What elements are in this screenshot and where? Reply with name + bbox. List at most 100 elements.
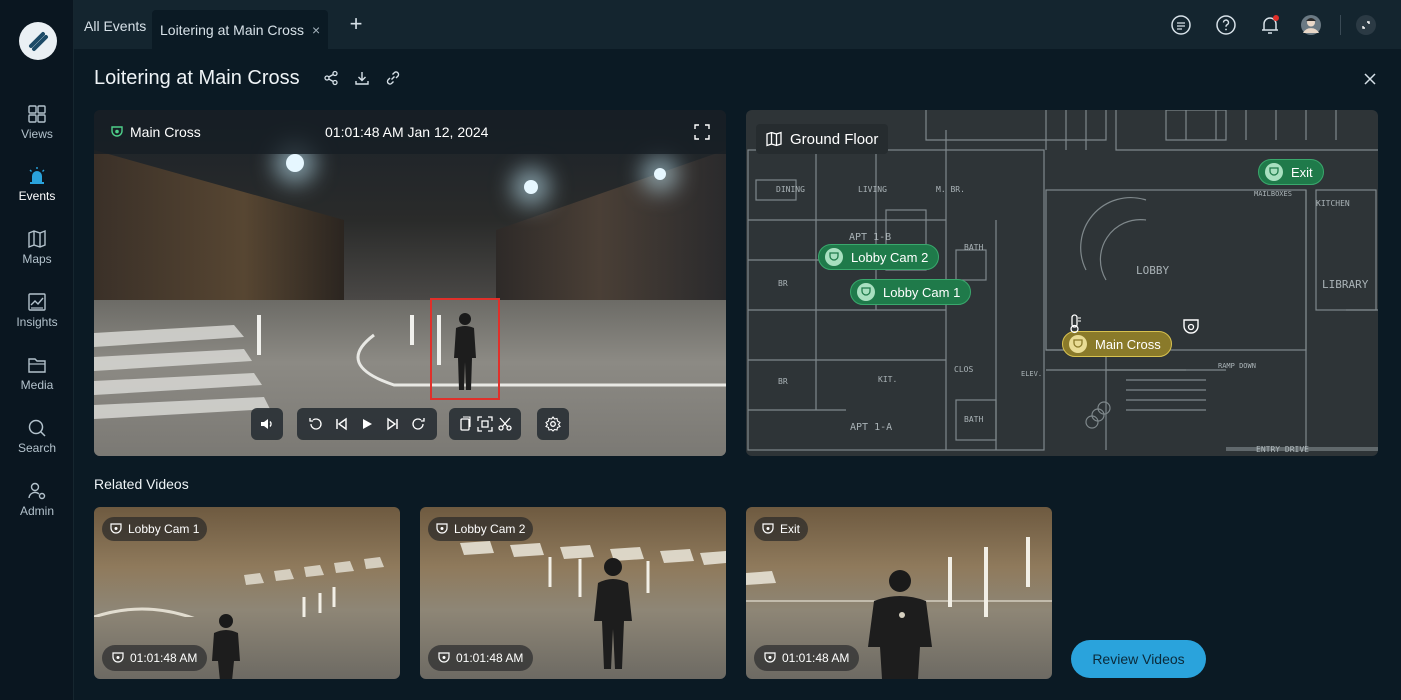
- camera-icon: [110, 523, 122, 534]
- thumbnail-timestamp: 01:01:48 AM: [428, 645, 534, 671]
- related-video-lobby-cam-2[interactable]: Lobby Cam 2 01:01:48 AM: [420, 507, 726, 679]
- camera-icon: [436, 523, 448, 534]
- play-icon[interactable]: [359, 416, 375, 432]
- map-camera-lobby-cam-1[interactable]: Lobby Cam 1: [850, 279, 972, 305]
- volume-icon: [261, 419, 272, 429]
- nav-maps[interactable]: Maps: [0, 229, 74, 285]
- room-label: BATH: [964, 243, 983, 252]
- room-label: LIVING: [858, 185, 887, 194]
- nav-search[interactable]: Search: [0, 418, 74, 474]
- review-videos-button[interactable]: Review Videos: [1071, 640, 1206, 678]
- download-icon[interactable]: [354, 70, 370, 86]
- related-video-lobby-cam-1[interactable]: Lobby Cam 1 01:01:48 AM: [94, 507, 400, 679]
- room-label: CLOS: [954, 365, 973, 374]
- room-label: ELEV.: [1021, 370, 1042, 378]
- scissors-icon[interactable]: [497, 416, 513, 432]
- notification-bell-icon[interactable]: [1259, 14, 1281, 36]
- map-camera-lobby-cam-2[interactable]: Lobby Cam 2: [818, 244, 940, 270]
- logo-icon[interactable]: [19, 22, 57, 60]
- skip-forward-icon[interactable]: [385, 416, 401, 432]
- nav-views-label: Views: [21, 127, 53, 141]
- link-icon[interactable]: [385, 70, 401, 86]
- nav-insights[interactable]: Insights: [0, 292, 74, 348]
- user-avatar-icon[interactable]: [1300, 14, 1322, 36]
- camera-icon: [764, 652, 776, 663]
- nav-media[interactable]: Media: [0, 355, 74, 411]
- thumbnail-camera-name: Lobby Cam 1: [128, 522, 200, 536]
- person-figure: [594, 558, 632, 669]
- nav-media-label: Media: [20, 378, 54, 392]
- fullscreen-icon[interactable]: [694, 124, 710, 140]
- room-label: KITCHEN: [1316, 199, 1350, 208]
- page-title: Loitering at Main Cross: [94, 67, 300, 89]
- person-figure: [212, 614, 240, 679]
- camera-icon: [825, 248, 843, 266]
- related-video-exit[interactable]: Exit 01:01:48 AM: [746, 507, 1052, 679]
- temperature-sensor-icon[interactable]: [1068, 314, 1082, 334]
- nav-events[interactable]: Events: [0, 166, 74, 222]
- room-label: KIT.: [878, 375, 897, 384]
- camera-icon: [857, 283, 875, 301]
- camera-icon: [1265, 163, 1283, 181]
- tab-all-events-label: All Events: [84, 18, 147, 34]
- video-camera-name: Main Cross: [130, 124, 201, 140]
- camera-device-icon[interactable]: [1182, 318, 1200, 336]
- map-camera-main-cross[interactable]: Main Cross: [1062, 331, 1172, 357]
- video-timestamp: 01:01:48 AM Jan 12, 2024: [325, 124, 489, 140]
- tab-loitering[interactable]: Loitering at Main Cross ×: [152, 10, 329, 49]
- help-icon[interactable]: [1215, 14, 1237, 36]
- chat-icon[interactable]: [1170, 14, 1192, 36]
- map-camera-lobby-cam-2-label: Lobby Cam 2: [851, 249, 929, 265]
- floor-selector[interactable]: Ground Floor: [756, 124, 889, 154]
- skip-back-icon[interactable]: [333, 416, 349, 432]
- camera-icon: [762, 523, 774, 534]
- app-root: Views Events Maps Insights Media Search …: [0, 0, 1401, 700]
- room-label: APT 1-A: [850, 422, 892, 433]
- grid-icon: [28, 105, 46, 123]
- collapse-icon[interactable]: [1355, 14, 1377, 36]
- thumbnail-crosswalk: [94, 557, 384, 617]
- camera-icon: [1069, 335, 1087, 353]
- room-label: LIBRARY: [1322, 278, 1369, 291]
- map-camera-exit[interactable]: Exit: [1258, 159, 1324, 185]
- alarm-light-icon: [29, 167, 45, 184]
- map-icon: [766, 131, 782, 147]
- video-player[interactable]: Main Cross 01:01:48 AM Jan 12, 2024: [94, 110, 726, 456]
- volume-control[interactable]: [251, 408, 283, 440]
- related-videos-title: Related Videos: [94, 476, 189, 492]
- floor-map[interactable]: DINING LIVING M. BR. BATH APT 1-B BR KIT…: [746, 110, 1378, 456]
- room-label: BATH: [964, 415, 983, 424]
- snapshot-icon[interactable]: [477, 416, 493, 432]
- rewind-10-icon[interactable]: [308, 416, 324, 432]
- left-nav: Views Events Maps Insights Media Search …: [0, 0, 74, 700]
- nav-insights-label: Insights: [16, 315, 58, 329]
- close-icon[interactable]: [1362, 71, 1378, 87]
- person-figure: [454, 313, 476, 390]
- room-label: LOBBY: [1136, 264, 1169, 277]
- thumbnail-time: 01:01:48 AM: [782, 651, 850, 665]
- settings-control[interactable]: [537, 408, 569, 440]
- nav-search-label: Search: [17, 441, 57, 455]
- nav-views[interactable]: Views: [0, 104, 74, 160]
- room-label: BR: [778, 377, 788, 386]
- new-tab-icon[interactable]: +: [346, 13, 366, 35]
- search-icon: [28, 419, 46, 437]
- video-camera-label: Main Cross: [110, 124, 201, 140]
- chart-icon: [28, 293, 46, 311]
- thumbnail-time: 01:01:48 AM: [130, 651, 198, 665]
- forward-10-icon[interactable]: [410, 416, 426, 432]
- copy-icon[interactable]: [457, 416, 473, 432]
- nav-maps-label: Maps: [22, 252, 52, 266]
- tab-loitering-label: Loitering at Main Cross: [160, 21, 304, 38]
- gear-icon: [545, 416, 561, 432]
- folder-icon: [28, 358, 46, 373]
- nav-admin[interactable]: Admin: [0, 481, 74, 537]
- room-label: BR: [778, 279, 788, 288]
- tab-close-icon[interactable]: ×: [312, 22, 320, 38]
- thumbnail-timestamp: 01:01:48 AM: [102, 645, 208, 671]
- tab-all-events[interactable]: All Events: [76, 10, 154, 42]
- share-icon[interactable]: [323, 70, 339, 86]
- camera-icon: [112, 652, 124, 663]
- person-figure: [868, 570, 932, 679]
- floor-name: Ground Floor: [790, 130, 879, 148]
